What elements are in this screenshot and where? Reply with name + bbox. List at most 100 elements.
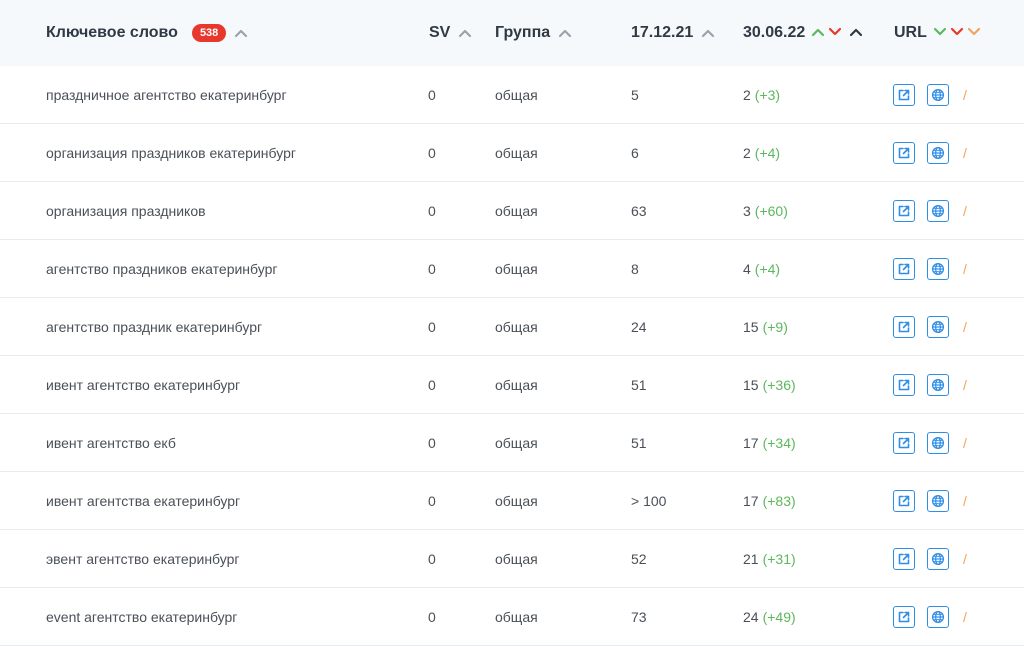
globe-icon[interactable]: [927, 373, 949, 396]
table-row: ивент агентство екатеринбург 0 общая 51 …: [0, 356, 1024, 414]
url-slash[interactable]: /: [963, 145, 967, 161]
globe-icon[interactable]: [927, 605, 949, 628]
external-link-icon[interactable]: [893, 489, 915, 512]
table-row: эвент агентство екатеринбург 0 общая 52 …: [0, 530, 1024, 588]
group-cell: общая: [495, 144, 538, 161]
globe-icon[interactable]: [927, 257, 949, 280]
sort-up-icon[interactable]: [701, 28, 715, 38]
position-date2-cell: 17 (+34): [743, 414, 796, 471]
url-cell: /: [893, 182, 967, 239]
external-link-icon[interactable]: [893, 257, 915, 280]
keyword-positions-table: Ключевое слово 538 SV Группа 17.12.21 30…: [0, 0, 1024, 646]
group-cell: общая: [495, 434, 538, 451]
url-slash[interactable]: /: [963, 87, 967, 103]
filter-down-green-icon[interactable]: [933, 24, 947, 42]
sv-header-label: SV: [429, 24, 451, 41]
globe-icon[interactable]: [927, 315, 949, 338]
position-value: 15: [743, 318, 759, 335]
url-slash[interactable]: /: [963, 377, 967, 393]
group-cell: общая: [495, 492, 538, 509]
position-date2-cell: 2 (+4): [743, 124, 780, 181]
position-date2-cell: 15 (+9): [743, 298, 788, 355]
position-value: 24: [743, 608, 759, 625]
url-slash[interactable]: /: [963, 435, 967, 451]
sv-cell: 0: [428, 86, 436, 103]
position-date1-cell: 52: [631, 550, 647, 567]
sv-cell: 0: [428, 318, 436, 335]
globe-icon[interactable]: [927, 141, 949, 164]
table-row: праздничное агентство екатеринбург 0 общ…: [0, 66, 1024, 124]
sort-up-icon[interactable]: [234, 28, 248, 38]
globe-icon[interactable]: [927, 431, 949, 454]
keyword-cell: эвент агентство екатеринбург: [46, 550, 240, 567]
external-link-icon[interactable]: [893, 547, 915, 570]
date1-column-header[interactable]: 17.12.21: [631, 0, 715, 66]
keyword-cell: организация праздников екатеринбург: [46, 144, 296, 161]
url-slash[interactable]: /: [963, 261, 967, 277]
group-cell: общая: [495, 550, 538, 567]
filter-down-red-icon[interactable]: [828, 24, 842, 42]
globe-icon[interactable]: [927, 547, 949, 570]
group-cell: общая: [495, 260, 538, 277]
position-value: 21: [743, 550, 759, 567]
globe-icon[interactable]: [927, 489, 949, 512]
url-slash[interactable]: /: [963, 551, 967, 567]
sv-cell: 0: [428, 260, 436, 277]
group-cell: общая: [495, 86, 538, 103]
url-slash[interactable]: /: [963, 203, 967, 219]
table-header: Ключевое слово 538 SV Группа 17.12.21 30…: [0, 0, 1024, 66]
position-date1-cell: 8: [631, 260, 639, 277]
external-link-icon[interactable]: [893, 431, 915, 454]
filter-up-green-icon[interactable]: [811, 24, 825, 42]
table-row: ивент агентства екатеринбург 0 общая > 1…: [0, 472, 1024, 530]
position-delta: (+34): [762, 434, 796, 451]
url-cell: /: [893, 588, 967, 645]
external-link-icon[interactable]: [893, 141, 915, 164]
position-value: 15: [743, 376, 759, 393]
position-date2-cell: 21 (+31): [743, 530, 796, 587]
position-value: 3: [743, 202, 751, 219]
url-column-header[interactable]: URL: [894, 0, 981, 66]
keyword-cell: ивент агентства екатеринбург: [46, 492, 241, 509]
globe-icon[interactable]: [927, 83, 949, 106]
position-date2-cell: 2 (+3): [743, 66, 780, 123]
url-slash[interactable]: /: [963, 319, 967, 335]
position-delta: (+83): [762, 492, 796, 509]
url-cell: /: [893, 414, 967, 471]
external-link-icon[interactable]: [893, 373, 915, 396]
external-link-icon[interactable]: [893, 83, 915, 106]
sv-cell: 0: [428, 550, 436, 567]
filter-down-orange-icon[interactable]: [967, 24, 981, 42]
external-link-icon[interactable]: [893, 605, 915, 628]
date2-column-header[interactable]: 30.06.22: [743, 0, 863, 66]
keyword-column-header[interactable]: Ключевое слово 538: [46, 0, 248, 66]
external-link-icon[interactable]: [893, 199, 915, 222]
position-delta: (+4): [754, 260, 781, 277]
sv-cell: 0: [428, 434, 436, 451]
keyword-cell: агентство праздник екатеринбург: [46, 318, 263, 335]
sort-up-icon[interactable]: [458, 28, 472, 38]
sort-up-icon[interactable]: [558, 28, 572, 38]
url-slash[interactable]: /: [963, 609, 967, 625]
position-delta: (+4): [754, 144, 781, 161]
position-value: 4: [743, 260, 751, 277]
position-date1-cell: 6: [631, 144, 639, 161]
table-row: агентство праздник екатеринбург 0 общая …: [0, 298, 1024, 356]
table-row: организация праздников 0 общая 63 3 (+60…: [0, 182, 1024, 240]
sv-column-header[interactable]: SV: [429, 0, 472, 66]
url-cell: /: [893, 472, 967, 529]
sort-up-icon[interactable]: [849, 24, 863, 42]
position-delta: (+49): [762, 608, 796, 625]
url-slash[interactable]: /: [963, 493, 967, 509]
filter-down-red-icon[interactable]: [950, 24, 964, 42]
group-cell: общая: [495, 608, 538, 625]
url-header-label: URL: [894, 24, 927, 41]
keyword-cell: праздничное агентство екатеринбург: [46, 86, 287, 103]
table-row: event агентство екатеринбург 0 общая 73 …: [0, 588, 1024, 646]
position-date1-cell: > 100: [631, 492, 667, 509]
globe-icon[interactable]: [927, 199, 949, 222]
group-column-header[interactable]: Группа: [495, 0, 572, 66]
external-link-icon[interactable]: [893, 315, 915, 338]
table-row: ивент агентство екб 0 общая 51 17 (+34): [0, 414, 1024, 472]
keyword-cell: ивент агентство екб: [46, 434, 176, 451]
